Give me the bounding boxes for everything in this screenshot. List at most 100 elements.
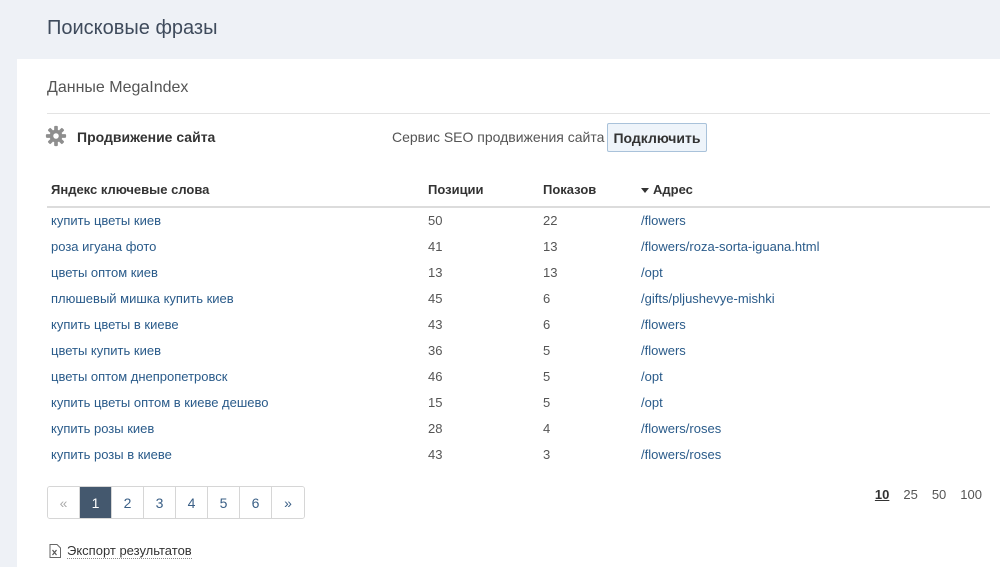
column-header-positions[interactable]: Позиции (424, 172, 539, 208)
keyword-cell: плюшевый мишка купить киев (47, 285, 424, 311)
address-cell: /flowers/roza-sorta-iguana.html (637, 233, 990, 259)
position-cell: 36 (428, 342, 443, 358)
position-cell: 46 (428, 368, 443, 384)
shows-cell: 5 (543, 394, 551, 410)
keyword-link[interactable]: купить цветы в киеве (51, 317, 179, 332)
column-header-address-label: Адрес (653, 181, 693, 197)
shows-cell: 4 (543, 420, 551, 436)
position-cell: 41 (428, 238, 443, 254)
keyword-link[interactable]: плюшевый мишка купить киев (51, 291, 234, 306)
table-row: купить цветы киев 50 22/flowers (47, 207, 990, 233)
per-page-option-10[interactable]: 10 (875, 487, 889, 502)
table-row: цветы оптом киев 13 13/opt (47, 259, 990, 285)
export-label: Экспорт результатов (67, 543, 192, 559)
column-header-address[interactable]: Адрес (637, 172, 990, 208)
connect-button[interactable]: Подключить (607, 123, 707, 152)
table-row: купить цветы в киеве 43 6/flowers (47, 311, 990, 337)
shows-cell: 6 (543, 316, 551, 332)
pagination-next[interactable]: » (272, 487, 304, 518)
keyword-link[interactable]: купить цветы оптом в киеве дешево (51, 395, 269, 410)
address-link[interactable]: /flowers (641, 213, 686, 228)
per-page-option-100[interactable]: 100 (960, 487, 982, 502)
address-link[interactable]: /opt (641, 395, 663, 410)
shows-cell: 22 (543, 213, 558, 228)
column-header-keywords[interactable]: Яндекс ключевые слова (47, 172, 424, 208)
address-link[interactable]: /flowers/roza-sorta-iguana.html (641, 239, 819, 254)
position-cell: 28 (428, 420, 443, 436)
export-results-link[interactable]: Экспорт результатов (49, 543, 192, 559)
keyword-link[interactable]: роза игуана фото (51, 239, 156, 254)
table-row: цветы купить киев 36 5/flowers (47, 337, 990, 363)
gear-icon (45, 125, 67, 147)
keyword-link[interactable]: цветы оптом днепропетровск (51, 369, 227, 384)
column-header-shows[interactable]: Показов (539, 172, 637, 208)
shows-cell: 5 (543, 342, 551, 358)
page-header: Поисковые фразы (0, 0, 1000, 59)
keyword-cell: купить розы киев (47, 415, 424, 441)
address-link[interactable]: /opt (641, 369, 663, 384)
position-cell: 45 (428, 290, 443, 306)
address-cell: /gifts/pljushevye-mishki (637, 285, 990, 311)
keywords-table: Яндекс ключевые слова Позиции Показов Ад… (47, 172, 990, 467)
keyword-link[interactable]: купить розы в киеве (51, 447, 172, 462)
address-link[interactable]: /gifts/pljushevye-mishki (641, 291, 775, 306)
position-cell: 50 (428, 213, 443, 228)
position-cell: 43 (428, 446, 443, 462)
address-link[interactable]: /flowers/roses (641, 421, 721, 436)
position-cell: 43 (428, 316, 443, 332)
sort-descending-icon (641, 187, 649, 193)
keyword-cell: цветы оптом киев (47, 259, 424, 285)
position-cell: 15 (428, 394, 443, 410)
address-cell: /flowers/roses (637, 415, 990, 441)
address-cell: /flowers (637, 311, 990, 337)
pagination-page-2[interactable]: 2 (112, 487, 144, 518)
megaindex-panel: Данные MegaIndex Продвижение сайта Серви… (17, 59, 1000, 567)
address-link[interactable]: /flowers (641, 317, 686, 332)
address-cell: /flowers (637, 207, 990, 233)
table-row: цветы оптом днепропетровск 46 5/opt (47, 363, 990, 389)
address-link[interactable]: /opt (641, 265, 663, 280)
excel-file-icon (49, 544, 61, 558)
address-cell: /flowers (637, 337, 990, 363)
pagination-page-4[interactable]: 4 (176, 487, 208, 518)
keyword-link[interactable]: купить цветы киев (51, 213, 161, 228)
address-cell: /opt (637, 363, 990, 389)
pagination-page-3[interactable]: 3 (144, 487, 176, 518)
keyword-cell: купить розы в киеве (47, 441, 424, 467)
table-body: купить цветы киев 50 22/flowers роза игуана… (47, 207, 990, 467)
table-row: купить цветы оптом в киеве дешево 15 5/opt (47, 389, 990, 415)
keyword-cell: цветы оптом днепропетровск (47, 363, 424, 389)
pagination-prev[interactable]: « (48, 487, 80, 518)
keyword-cell: цветы купить киев (47, 337, 424, 363)
keyword-link[interactable]: цветы оптом киев (51, 265, 158, 280)
promo-label: Продвижение сайта (77, 129, 216, 145)
shows-cell: 5 (543, 368, 551, 384)
address-cell: /opt (637, 389, 990, 415)
shows-cell: 13 (543, 238, 558, 254)
address-link[interactable]: /flowers/roses (641, 447, 721, 462)
position-cell: 13 (428, 264, 443, 280)
address-cell: /opt (637, 259, 990, 285)
address-link[interactable]: /flowers (641, 343, 686, 358)
keyword-cell: купить цветы киев (47, 207, 424, 233)
keyword-link[interactable]: купить розы киев (51, 421, 154, 436)
panel-title: Данные MegaIndex (47, 79, 189, 96)
table-row: купить розы киев 28 4/flowers/roses (47, 415, 990, 441)
table-header-row: Яндекс ключевые слова Позиции Показов Ад… (47, 172, 990, 208)
pagination-page-6[interactable]: 6 (240, 487, 272, 518)
per-page-option-25[interactable]: 25 (903, 487, 917, 502)
promo-description: Сервис SEO продвижения сайта (392, 129, 605, 145)
pagination-page-1[interactable]: 1 (80, 487, 112, 518)
shows-cell: 13 (543, 264, 558, 280)
keyword-cell: роза игуана фото (47, 233, 424, 259)
per-page-option-50[interactable]: 50 (932, 487, 946, 502)
per-page-selector: 10 25 50 100 (875, 487, 982, 502)
shows-cell: 6 (543, 290, 551, 306)
table-row: плюшевый мишка купить киев 45 6/gifts/plju… (47, 285, 990, 311)
pagination-page-5[interactable]: 5 (208, 487, 240, 518)
keyword-cell: купить цветы оптом в киеве дешево (47, 389, 424, 415)
site-promotion-row: Продвижение сайта Сервис SEO продвижения… (45, 123, 990, 153)
panel-divider (47, 113, 990, 114)
keyword-cell: купить цветы в киеве (47, 311, 424, 337)
keyword-link[interactable]: цветы купить киев (51, 343, 161, 358)
